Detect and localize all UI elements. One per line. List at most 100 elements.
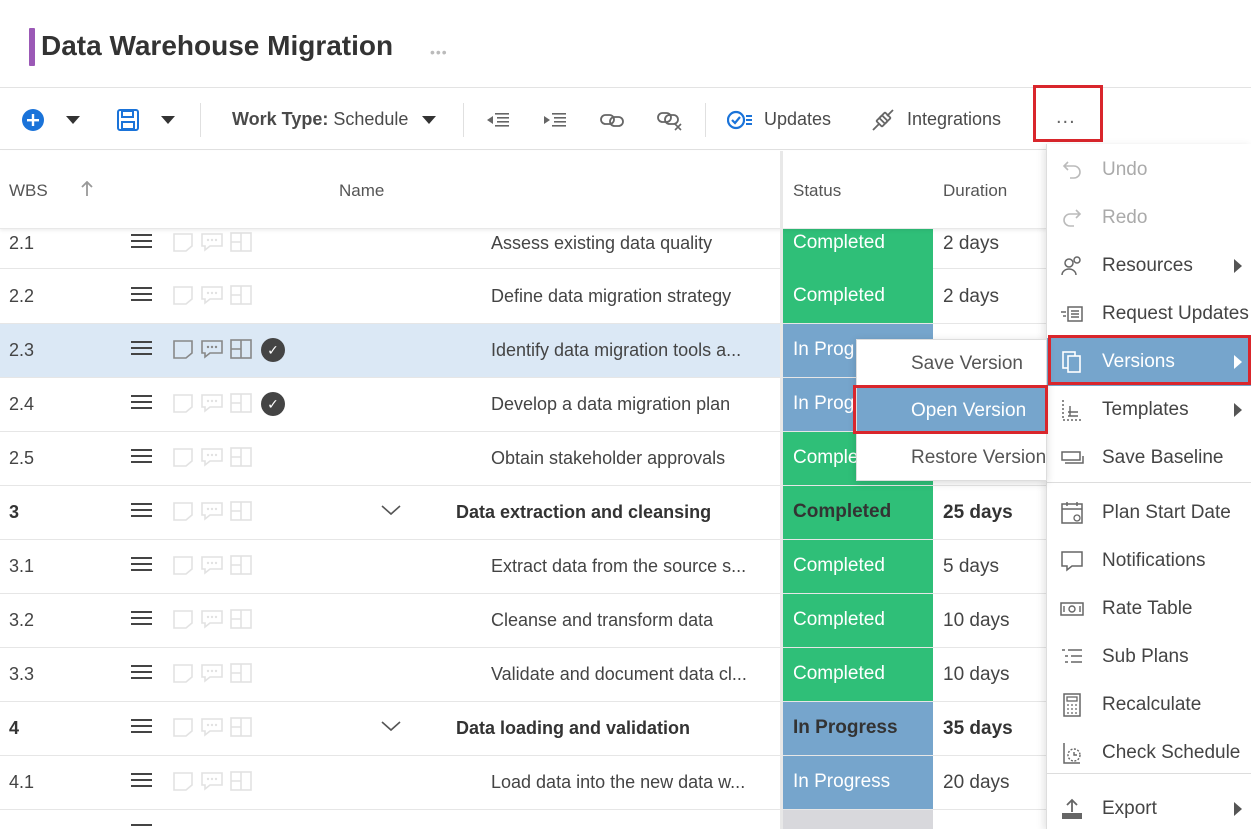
more-options-button[interactable]: ...: [1056, 106, 1076, 129]
status-cell[interactable]: Completed: [783, 648, 933, 701]
note-icon[interactable]: [172, 555, 194, 575]
menu-item-redo[interactable]: Redo: [1047, 194, 1251, 242]
task-name-cell[interactable]: Load data into the new data w...: [491, 772, 745, 793]
header-duration[interactable]: Duration: [943, 181, 1007, 201]
duration-cell[interactable]: 35 days: [943, 718, 1013, 740]
status-cell[interactable]: [783, 810, 933, 829]
indent-button[interactable]: [542, 89, 568, 150]
status-cell[interactable]: In Progress: [783, 702, 933, 755]
row-menu-icon[interactable]: [131, 341, 152, 359]
comment-icon[interactable]: [200, 609, 223, 629]
row-menu-icon[interactable]: [131, 503, 152, 521]
panel-icon[interactable]: [230, 501, 252, 521]
menu-item-templates[interactable]: Templates: [1047, 386, 1251, 434]
row-menu-icon[interactable]: [131, 665, 152, 683]
task-name-cell[interactable]: Develop a data migration plan: [491, 394, 730, 415]
menu-item-check-schedule[interactable]: Check Schedule: [1047, 729, 1251, 777]
panel-icon[interactable]: [230, 663, 252, 683]
outdent-button[interactable]: [485, 89, 511, 150]
menu-item-request-updates[interactable]: Request Updates: [1047, 290, 1251, 338]
header-status[interactable]: Status: [793, 181, 841, 201]
panel-icon[interactable]: [230, 609, 252, 629]
restore-version-item[interactable]: Restore Version: [857, 434, 1046, 481]
link-button[interactable]: [599, 89, 625, 150]
comment-icon[interactable]: [200, 285, 223, 305]
title-more-icon[interactable]: •••: [430, 44, 448, 60]
status-cell[interactable]: Completed: [783, 270, 933, 323]
task-name-cell[interactable]: Data loading and validation: [456, 718, 690, 739]
menu-item-plan-start-date[interactable]: Plan Start Date: [1047, 489, 1251, 537]
comment-icon[interactable]: [200, 717, 223, 737]
task-name-cell[interactable]: Extract data from the source s...: [491, 556, 746, 577]
panel-icon[interactable]: [230, 339, 252, 359]
duration-cell[interactable]: 20 days: [943, 772, 1010, 794]
row-menu-icon[interactable]: [131, 557, 152, 575]
task-name-cell[interactable]: Cleanse and transform data: [491, 610, 713, 631]
row-menu-icon[interactable]: [131, 449, 152, 467]
status-cell[interactable]: Completed: [783, 486, 933, 539]
panel-icon[interactable]: [230, 232, 252, 252]
panel-icon[interactable]: [230, 771, 252, 791]
integrations-button[interactable]: Integrations: [870, 89, 1001, 150]
task-name-cell[interactable]: Data extraction and cleansing: [456, 502, 711, 523]
row-menu-icon[interactable]: [131, 395, 152, 413]
note-icon[interactable]: [172, 609, 194, 629]
unlink-button[interactable]: [656, 89, 684, 150]
panel-icon[interactable]: [230, 555, 252, 575]
note-icon[interactable]: [172, 501, 194, 521]
row-menu-icon[interactable]: [131, 611, 152, 629]
note-icon[interactable]: [172, 232, 194, 252]
comment-icon[interactable]: [200, 771, 223, 791]
table-row[interactable]: [0, 810, 1046, 829]
duration-cell[interactable]: 10 days: [943, 664, 1010, 686]
duration-cell[interactable]: 2 days: [943, 233, 999, 255]
status-cell[interactable]: In Progress: [783, 756, 933, 809]
chevron-down-icon[interactable]: [381, 716, 401, 736]
column-divider[interactable]: [780, 151, 783, 829]
menu-item-undo[interactable]: Undo: [1047, 146, 1251, 194]
comment-icon[interactable]: [200, 232, 223, 252]
note-icon[interactable]: [172, 717, 194, 737]
comment-icon[interactable]: [200, 447, 223, 467]
row-menu-icon[interactable]: [131, 234, 152, 252]
status-cell[interactable]: Completed: [783, 540, 933, 593]
task-name-cell[interactable]: Validate and document data cl...: [491, 664, 747, 685]
note-icon[interactable]: [172, 339, 194, 359]
add-dropdown-button[interactable]: [66, 89, 80, 150]
menu-item-save-baseline[interactable]: Save Baseline: [1047, 434, 1251, 482]
row-menu-icon[interactable]: [131, 719, 152, 737]
note-icon[interactable]: [172, 393, 194, 413]
updates-button[interactable]: Updates: [727, 89, 831, 150]
save-dropdown-button[interactable]: [161, 89, 175, 150]
row-menu-icon[interactable]: [131, 824, 152, 829]
comment-icon[interactable]: [200, 393, 223, 413]
panel-icon[interactable]: [230, 393, 252, 413]
duration-cell[interactable]: 5 days: [943, 556, 999, 578]
chevron-down-icon[interactable]: [381, 500, 401, 520]
menu-item-sub-plans[interactable]: Sub Plans: [1047, 633, 1251, 681]
add-button[interactable]: [21, 89, 45, 150]
comment-icon[interactable]: [200, 339, 223, 359]
note-icon[interactable]: [172, 663, 194, 683]
menu-item-recalculate[interactable]: Recalculate: [1047, 681, 1251, 729]
sort-ascending-icon[interactable]: [80, 181, 94, 197]
note-icon[interactable]: [172, 285, 194, 305]
panel-icon[interactable]: [230, 285, 252, 305]
table-row[interactable]: 3 Data extraction and cleansing Complete…: [0, 486, 1046, 540]
table-row[interactable]: 4.1 Load data into the new data w... In …: [0, 756, 1046, 810]
task-name-cell[interactable]: Define data migration strategy: [491, 286, 731, 307]
task-name-cell[interactable]: Obtain stakeholder approvals: [491, 448, 725, 469]
row-menu-icon[interactable]: [131, 287, 152, 305]
menu-item-export[interactable]: Export: [1047, 785, 1251, 829]
panel-icon[interactable]: [230, 447, 252, 467]
header-name[interactable]: Name: [339, 181, 384, 201]
note-icon[interactable]: [172, 771, 194, 791]
comment-icon[interactable]: [200, 555, 223, 575]
table-row[interactable]: 3.2 Cleanse and transform data Completed…: [0, 594, 1046, 648]
save-button[interactable]: [116, 89, 140, 150]
task-name-cell[interactable]: Identify data migration tools a...: [491, 340, 741, 361]
header-wbs[interactable]: WBS: [9, 181, 48, 201]
table-row[interactable]: 2.2 Define data migration strategy Compl…: [0, 270, 1046, 324]
menu-item-rate-table[interactable]: Rate Table: [1047, 585, 1251, 633]
duration-cell[interactable]: 25 days: [943, 502, 1013, 524]
